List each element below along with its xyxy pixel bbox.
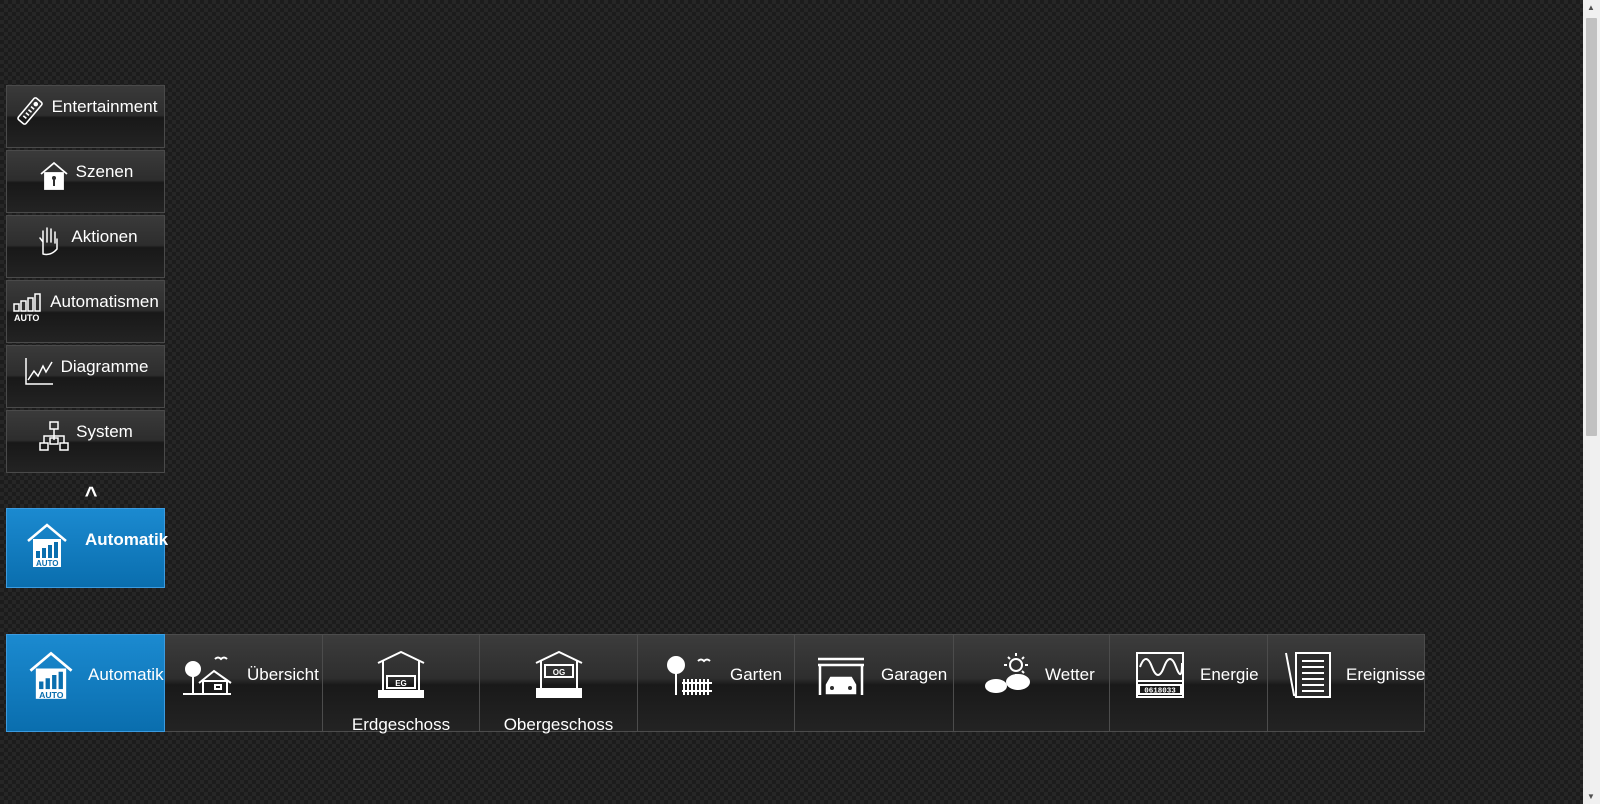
garden-icon	[662, 649, 714, 701]
scroll-up-arrow-icon[interactable]: ▲	[1587, 3, 1595, 12]
svg-text:0618033: 0618033	[1144, 688, 1176, 696]
tab-uebersicht[interactable]: Übersicht	[165, 634, 323, 732]
scroll-down-arrow-icon[interactable]: ▼	[1587, 792, 1595, 801]
tab-label: Erdgeschoss	[351, 715, 451, 734]
tab-label: Automatik	[88, 665, 164, 684]
sidebar-item-label: Entertainment	[51, 96, 158, 116]
tab-garagen[interactable]: Garagen	[795, 634, 954, 732]
svg-text:AUTO: AUTO	[14, 313, 39, 322]
sidebar-item-label: Automatismen	[50, 291, 159, 311]
network-icon	[38, 420, 70, 452]
sidebar-item-label: Aktionen	[71, 226, 138, 246]
sidebar-item-label: System	[76, 421, 133, 441]
svg-text:OG: OG	[553, 668, 565, 677]
energy-meter-icon: 0618033	[1134, 649, 1186, 701]
sidebar-item-automatismen[interactable]: AUTO Automatismen	[6, 280, 165, 343]
tab-wetter[interactable]: Wetter	[954, 634, 1110, 732]
tab-ereignisse[interactable]: Ereignisse	[1268, 634, 1425, 732]
tab-label: Wetter	[1045, 665, 1095, 684]
tab-label: Garagen	[881, 665, 948, 684]
sidebar-item-entertainment[interactable]: Entertainment	[6, 85, 165, 148]
svg-text:AUTO: AUTO	[36, 559, 59, 568]
tab-erdgeschoss[interactable]: EG Erdgeschoss	[323, 634, 480, 734]
svg-text:EG: EG	[395, 679, 407, 688]
current-view-automatik[interactable]: AUTO Automatik	[6, 508, 169, 588]
house-auto-icon: AUTO	[25, 521, 69, 569]
vertical-scrollbar[interactable]: ▲ ▼	[1583, 0, 1600, 804]
tab-garten[interactable]: Garten	[638, 634, 795, 732]
weather-icon	[982, 649, 1034, 701]
tab-label: Garten	[730, 665, 782, 684]
sidebar-item-szenen[interactable]: Szenen	[6, 150, 165, 213]
hand-icon	[33, 225, 65, 257]
garage-icon	[815, 649, 867, 701]
tab-energie[interactable]: 0618033 Energie	[1110, 634, 1268, 732]
scrollbar-thumb[interactable]	[1586, 18, 1597, 436]
sidebar-item-label: Diagramme	[60, 356, 149, 376]
sidebar-item-diagramme[interactable]: Diagramme	[6, 345, 165, 408]
collapse-caret-button[interactable]: ^	[80, 482, 102, 508]
line-chart-icon	[23, 355, 55, 387]
current-view-label: Automatik	[85, 530, 169, 549]
svg-text:AUTO: AUTO	[39, 690, 64, 700]
house-overview-icon	[181, 649, 233, 701]
sidebar-item-aktionen[interactable]: Aktionen	[6, 215, 165, 278]
sidebar-item-label: Szenen	[75, 161, 134, 181]
sidebar-item-system[interactable]: System	[6, 410, 165, 473]
tab-label: Ereignisse	[1346, 665, 1426, 684]
tab-automatik[interactable]: AUTO Automatik	[6, 634, 165, 732]
house-auto-icon: AUTO	[25, 649, 77, 701]
house-scene-icon	[38, 160, 70, 192]
auto-bars-icon: AUTO	[12, 290, 44, 322]
floor-og-icon: OG	[533, 649, 585, 701]
tab-obergeschoss[interactable]: OG Obergeschoss	[480, 634, 638, 734]
events-list-icon	[1282, 649, 1334, 701]
tab-label: Übersicht	[247, 665, 319, 684]
floor-eg-icon: EG	[375, 649, 427, 701]
tab-label: Obergeschoss	[503, 715, 614, 734]
bottom-tab-bar: AUTO Automatik Übersicht EG Erdgeschoss …	[6, 634, 1425, 734]
tab-label: Energie	[1200, 665, 1259, 684]
remote-control-icon	[14, 95, 46, 127]
